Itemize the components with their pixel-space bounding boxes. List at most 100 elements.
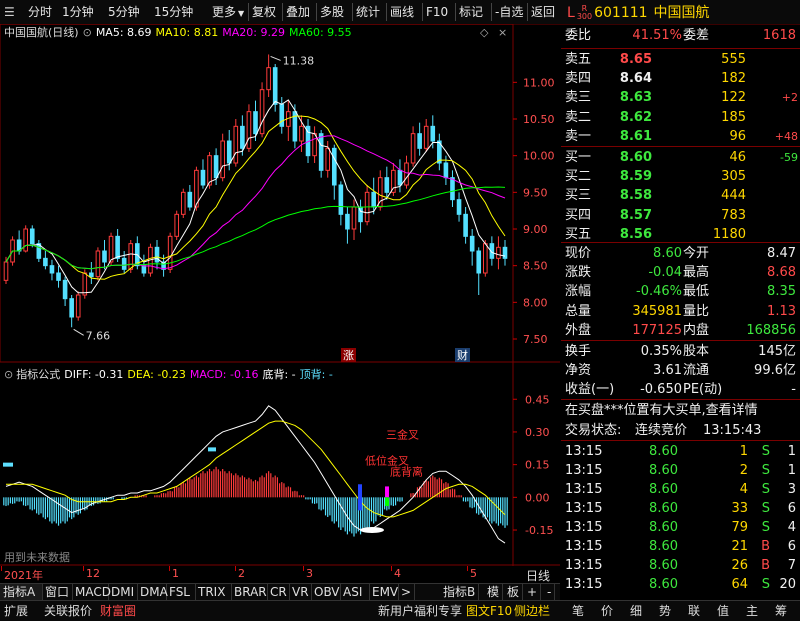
tab-6[interactable]: TRIX	[195, 584, 232, 601]
finance-mark[interactable]: 财	[455, 348, 470, 362]
rise-mark[interactable]: 涨	[341, 348, 356, 362]
time-tick-label: 2	[238, 567, 245, 580]
tb-period-1[interactable]: 1分钟	[62, 3, 94, 21]
bottom-tab-0[interactable]: 笔	[572, 601, 584, 621]
bottom-tab-2[interactable]: 细	[630, 601, 642, 621]
quote-row: 外盘 177125 内盘 168856	[561, 321, 800, 340]
time-tick-label: 1	[172, 567, 179, 580]
candle-body	[89, 272, 94, 278]
bid-price[interactable]: 8.57	[620, 206, 652, 225]
tab-1[interactable]: 窗口	[42, 584, 73, 601]
bid-price[interactable]: 8.60	[620, 148, 652, 167]
day-label[interactable]: 日线	[526, 567, 550, 584]
tb-action-8[interactable]: 返回	[531, 3, 555, 21]
tab-9[interactable]: VR	[289, 584, 312, 601]
tick-count: 6	[787, 501, 796, 516]
tab-5[interactable]: FSL	[166, 584, 196, 601]
ann-bottom-div: 底背离	[390, 465, 423, 479]
price-tick-label: 9.50	[523, 186, 548, 199]
diamond-icon[interactable]: ◇	[480, 26, 489, 39]
tb-period-3[interactable]: 15分钟	[154, 3, 193, 21]
ask-price[interactable]: 8.63	[620, 88, 652, 107]
candle-body	[272, 67, 278, 105]
tab-2[interactable]: MACD	[72, 584, 111, 601]
tab-3[interactable]: DMI	[108, 584, 138, 601]
tick-time: 13:15	[565, 444, 603, 459]
ask-price[interactable]: 8.64	[620, 69, 652, 88]
bid-label: 买二	[565, 169, 592, 185]
close-icon[interactable]: ×	[498, 26, 507, 39]
bottom-left-1[interactable]: 关联报价	[44, 601, 92, 621]
tab-0[interactable]: 指标A	[0, 584, 43, 601]
bid-price[interactable]: 8.59	[620, 167, 652, 186]
bottom-tab-7[interactable]: 筹	[775, 601, 787, 621]
bottom-left-2[interactable]: 财富圈	[100, 601, 136, 621]
ask-price[interactable]: 8.65	[620, 50, 652, 69]
tab-right-4[interactable]: -	[544, 584, 556, 601]
divider	[561, 340, 800, 341]
signal-marker	[3, 462, 13, 467]
tb-action-1[interactable]: 叠加	[286, 3, 310, 21]
big-order-notice[interactable]: 在买盘***位置有大买单,查看详情	[561, 401, 800, 420]
tb-sep	[352, 3, 353, 21]
quote-label: 涨跌	[565, 265, 592, 281]
macd-tick-label: 0.30	[525, 426, 550, 439]
candle-body	[266, 67, 271, 91]
bid-label: 买五	[565, 226, 592, 242]
tb-action-6[interactable]: 标记	[459, 3, 483, 21]
time-tick-label: 2021年	[4, 569, 43, 582]
tb-action-4[interactable]: 画线	[390, 3, 414, 21]
ask-price[interactable]: 8.61	[620, 127, 652, 146]
candle-body	[121, 257, 127, 270]
candle-body	[331, 147, 337, 186]
tick-volume: 33	[731, 501, 748, 516]
tick-volume: 4	[739, 482, 748, 497]
tab-right-1[interactable]: 模	[484, 584, 504, 601]
candle-body	[417, 133, 422, 149]
tb-action-2[interactable]: 多股	[320, 3, 344, 21]
bottom-tab-5[interactable]: 值	[717, 601, 729, 621]
promo-link[interactable]: 新用户福利专享	[378, 601, 462, 621]
bottom-tab-1[interactable]: 价	[601, 601, 613, 621]
ask-volume: 555	[721, 52, 746, 67]
tick-count: 20	[779, 577, 796, 592]
fund-value: -0.650	[640, 382, 682, 398]
f10-link[interactable]: 图文F10	[466, 601, 512, 621]
tab-4[interactable]: DMA	[137, 584, 168, 601]
tab-10[interactable]: OBV	[311, 584, 341, 601]
bottom-tab-3[interactable]: 势	[659, 601, 671, 621]
tb-period-2[interactable]: 5分钟	[108, 3, 140, 21]
tab-right-2[interactable]: 板	[504, 584, 524, 601]
bid-price[interactable]: 8.58	[620, 186, 652, 205]
candle-body	[345, 213, 350, 230]
kline-chart[interactable]: 11.00 10.50 10.00 9.50 9.00 8.50 8.00 7.50 11.38…	[0, 23, 560, 566]
tab-11[interactable]: ASI	[340, 584, 370, 601]
tb-action-7[interactable]: -自选	[495, 3, 523, 21]
tick-direction: S	[761, 444, 770, 459]
tab-7[interactable]: BRAR	[231, 584, 268, 601]
tab-right-0[interactable]: 指标B	[440, 584, 480, 601]
bid-price[interactable]: 8.56	[620, 225, 652, 244]
ask-price[interactable]: 8.62	[620, 108, 652, 127]
tb-period-4[interactable]: 更多 ▼	[212, 3, 244, 21]
tb-sep	[386, 3, 387, 21]
tab-right-3[interactable]: +	[524, 584, 542, 601]
quote-row: 收益(一) -0.650 PE(动) -	[561, 380, 800, 399]
bottom-left-0[interactable]: 扩展	[4, 601, 28, 621]
tab-8[interactable]: CR	[267, 584, 290, 601]
tb-action-3[interactable]: 统计	[356, 3, 380, 21]
candle-body	[279, 103, 285, 127]
scroll-right-icon[interactable]: >	[398, 584, 416, 601]
tb-action-0[interactable]: 复权	[252, 3, 276, 21]
signal-cluster	[360, 527, 384, 534]
tab-12[interactable]: EMV	[369, 584, 399, 601]
bottom-tab-4[interactable]: 联	[688, 601, 700, 621]
quote-label-2: 最高	[683, 265, 710, 281]
tb-action-5[interactable]: F10	[426, 3, 448, 21]
bottom-tab-6[interactable]: 主	[746, 601, 758, 621]
tb-menu-icon[interactable]: ☰	[4, 3, 15, 21]
fund-label: 收益(一)	[565, 382, 615, 398]
tb-period-0[interactable]: 分时	[28, 3, 52, 21]
sidebar-toggle[interactable]: 侧边栏	[514, 601, 550, 621]
tick-price: 8.60	[649, 501, 678, 516]
